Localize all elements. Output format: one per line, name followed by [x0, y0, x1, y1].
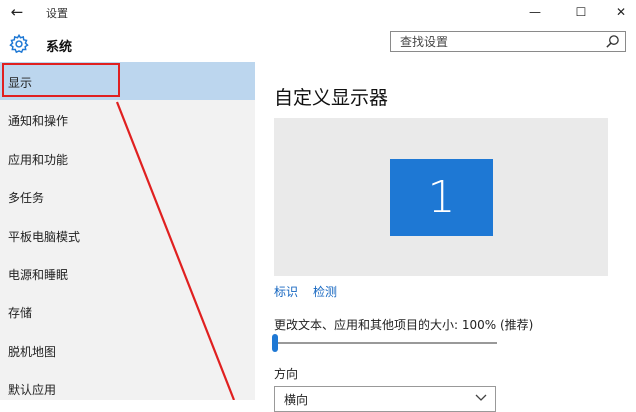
orientation-dropdown[interactable]: 横向 — [274, 386, 496, 412]
sidebar-item-storage[interactable]: 存储 — [0, 292, 255, 330]
sidebar-item-multitasking[interactable]: 多任务 — [0, 177, 255, 215]
back-button[interactable]: ← — [6, 2, 28, 22]
sidebar-item-label: 应用和功能 — [8, 153, 69, 167]
sidebar-item-offline-maps[interactable]: 脱机地图 — [0, 331, 255, 369]
sidebar-item-apps[interactable]: 应用和功能 — [0, 139, 255, 177]
title-bar: ← 设置 — ☐ ✕ — [0, 0, 636, 26]
sidebar-item-default-apps[interactable]: 默认应用 — [0, 369, 255, 407]
detect-link[interactable]: 检测 — [313, 283, 337, 300]
sidebar-item-label: 平板电脑模式 — [8, 230, 81, 244]
orientation-label: 方向 — [274, 367, 299, 381]
minimize-button[interactable]: — — [522, 2, 548, 22]
sidebar-item-notifications[interactable]: 通知和操作 — [0, 100, 255, 138]
search-icon[interactable] — [605, 34, 620, 49]
sidebar-item-power-sleep[interactable]: 电源和睡眠 — [0, 254, 255, 292]
monitor-tile[interactable]: 1 — [390, 159, 493, 236]
sidebar-item-label: 多任务 — [8, 191, 45, 205]
maximize-button[interactable]: ☐ — [568, 2, 594, 22]
identify-link[interactable]: 标识 — [274, 283, 298, 300]
sidebar-item-label: 默认应用 — [8, 383, 57, 397]
sidebar: 显示 通知和操作 应用和功能 多任务 平板电脑模式 电源和睡眠 存储 脱机地图 … — [0, 62, 255, 400]
sidebar-item-tablet-mode[interactable]: 平板电脑模式 — [0, 216, 255, 254]
sidebar-item-label: 存储 — [8, 306, 33, 320]
gear-icon — [9, 33, 29, 54]
sidebar-item-label: 通知和操作 — [8, 114, 69, 128]
section-title: 系统 — [46, 40, 73, 55]
scale-label: 更改文本、应用和其他项目的大小: 100% (推荐) — [274, 318, 534, 332]
search-input[interactable] — [391, 32, 600, 51]
sidebar-item-label: 脱机地图 — [8, 345, 57, 359]
sidebar-item-label: 电源和睡眠 — [8, 268, 69, 282]
display-preview: 1 — [274, 118, 608, 276]
chevron-down-icon — [475, 394, 487, 401]
annotation-highlight-box — [2, 63, 120, 97]
page-header: 系统 — [0, 26, 636, 62]
close-button[interactable]: ✕ — [608, 2, 634, 22]
page-title: 自定义显示器 — [274, 87, 389, 109]
search-box[interactable] — [390, 31, 626, 52]
scale-slider-track[interactable] — [274, 342, 497, 344]
window-title: 设置 — [46, 7, 68, 20]
scale-slider-thumb[interactable] — [272, 334, 278, 352]
